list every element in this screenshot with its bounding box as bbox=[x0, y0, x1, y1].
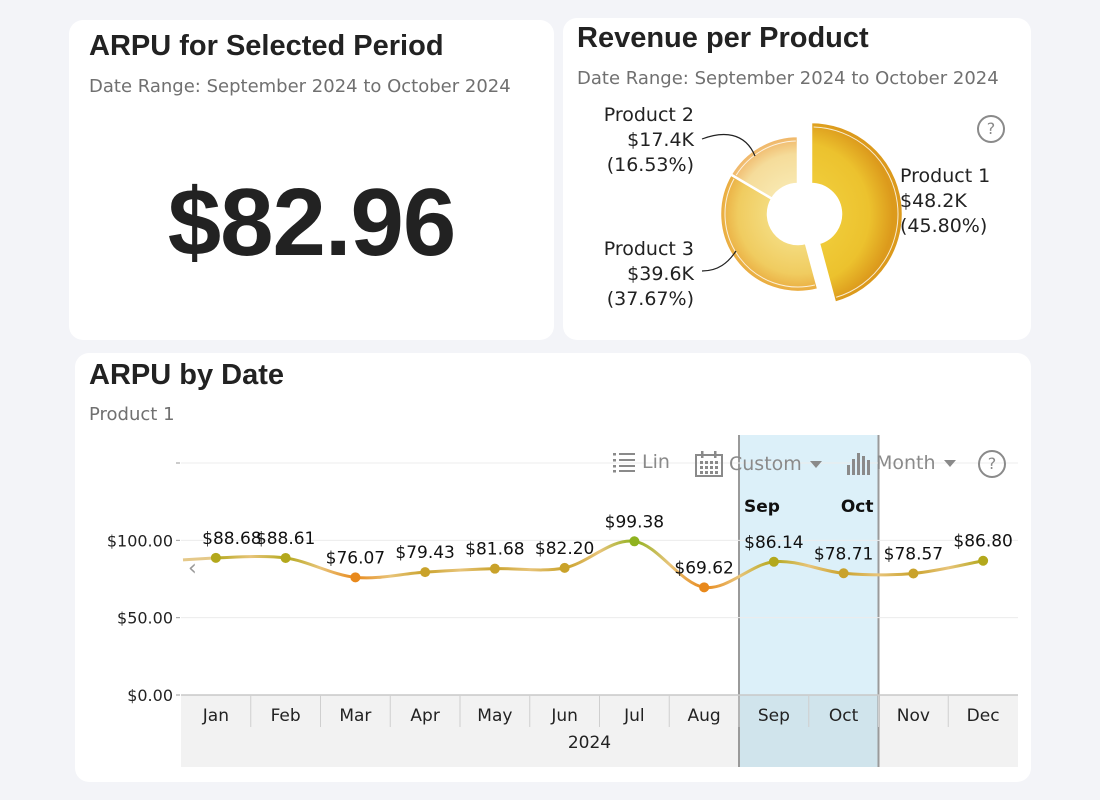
line-segment bbox=[215, 554, 286, 560]
x-tick-label: Feb bbox=[271, 706, 301, 726]
data-point-apr[interactable] bbox=[420, 567, 431, 578]
line-segment bbox=[494, 566, 565, 572]
interval-label: Month bbox=[876, 452, 936, 474]
data-point-may[interactable] bbox=[489, 563, 500, 574]
list-icon bbox=[613, 453, 635, 473]
selection-start-label: Sep bbox=[744, 497, 780, 517]
data-label-feb: $88.61 bbox=[256, 529, 315, 549]
x-tick-label: Jan bbox=[202, 706, 229, 726]
data-label-jan: $88.68 bbox=[202, 529, 261, 549]
y-tick-label: $50.00 bbox=[117, 609, 173, 628]
date-range-dropdown[interactable]: Custom bbox=[695, 451, 822, 477]
data-point-mar[interactable] bbox=[350, 572, 361, 583]
line-segment bbox=[355, 570, 426, 580]
x-axis-year-label: 2024 bbox=[568, 733, 611, 753]
x-tick-label: Oct bbox=[829, 706, 859, 726]
data-point-sep[interactable] bbox=[768, 556, 779, 567]
data-point-nov[interactable] bbox=[908, 568, 919, 579]
data-point-dec[interactable] bbox=[978, 555, 989, 566]
data-label-jul: $99.38 bbox=[605, 512, 664, 532]
data-label-dec: $86.80 bbox=[953, 532, 1012, 552]
y-tick-label: $0.00 bbox=[127, 686, 173, 705]
data-label-aug: $69.62 bbox=[674, 558, 733, 578]
data-label-jun: $82.20 bbox=[535, 539, 594, 559]
scroll-left-icon[interactable]: ‹ bbox=[188, 556, 197, 581]
data-label-sep: $86.14 bbox=[744, 533, 803, 553]
date-range-label: Custom bbox=[729, 453, 802, 475]
arpu-line-chart: Sep Oct $0.00 $50.00 $100.00 Jan Feb Mar Apr May… bbox=[107, 435, 1018, 767]
x-tick-label: Apr bbox=[410, 706, 439, 726]
data-point-oct[interactable] bbox=[838, 568, 849, 579]
x-tick-label: May bbox=[477, 706, 512, 726]
scale-label: Lin bbox=[642, 451, 670, 473]
y-tick-label: $100.00 bbox=[107, 531, 173, 550]
data-point-jun[interactable] bbox=[559, 562, 570, 573]
data-label-apr: $79.43 bbox=[395, 543, 454, 563]
x-tick-label: Dec bbox=[967, 706, 1000, 726]
calendar-icon bbox=[695, 451, 723, 477]
data-label-nov: $78.57 bbox=[884, 544, 943, 564]
chevron-down-icon bbox=[809, 460, 822, 468]
data-point-aug[interactable] bbox=[699, 582, 710, 593]
x-tick-label: Nov bbox=[897, 706, 930, 726]
data-point-jan[interactable] bbox=[210, 552, 221, 563]
x-tick-label: Mar bbox=[339, 706, 371, 726]
data-label-may: $81.68 bbox=[465, 540, 524, 560]
line-segment bbox=[425, 567, 495, 574]
data-label-oct: $78.71 bbox=[814, 544, 873, 564]
selection-end-label: Oct bbox=[841, 497, 874, 517]
help-icon[interactable]: ? bbox=[978, 450, 1006, 478]
x-tick-label: Jul bbox=[623, 706, 645, 726]
bar-chart-icon bbox=[847, 453, 870, 475]
data-point-feb[interactable] bbox=[280, 552, 291, 563]
chevron-down-icon bbox=[943, 459, 956, 467]
data-label-mar: $76.07 bbox=[326, 548, 385, 568]
data-point-jul[interactable] bbox=[629, 536, 640, 547]
interval-dropdown[interactable]: Month bbox=[846, 451, 956, 475]
x-tick-label: Sep bbox=[758, 706, 790, 726]
line-segment bbox=[843, 571, 914, 577]
scale-toggle[interactable]: Lin bbox=[612, 451, 670, 473]
x-tick-label: Jun bbox=[550, 706, 578, 726]
x-tick-label: Aug bbox=[688, 706, 721, 726]
